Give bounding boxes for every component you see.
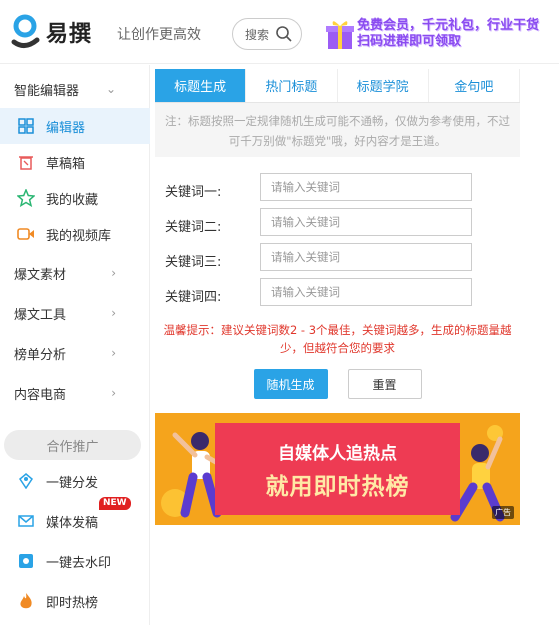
trash-icon: [16, 152, 36, 172]
sidebar-group-materials[interactable]: 爆文素材 ›: [0, 255, 150, 291]
chevron-right-icon: ›: [111, 386, 116, 400]
sidebar-item-label: 即时热榜: [46, 595, 99, 611]
random-generate-button[interactable]: 随机生成: [253, 369, 328, 399]
keyword-input-3[interactable]: 请输入关键词: [260, 243, 472, 271]
sidebar-item-label: 我的收藏: [46, 192, 99, 208]
sidebar-group-label: 爆文工具: [14, 307, 67, 323]
sidebar-group-label: 榜单分析: [14, 347, 67, 363]
sidebar-item-watermark[interactable]: 一键去水印: [0, 543, 150, 579]
banner-subheadline: 就用即时热榜: [265, 474, 410, 500]
sidebar-item-label: 我的视频库: [46, 228, 112, 244]
sidebar-item-label: 媒体发稿: [46, 515, 99, 531]
gift-icon: [325, 17, 355, 51]
sidebar-group-editor[interactable]: 智能编辑器 ⌄: [0, 71, 150, 107]
chevron-right-icon: ›: [111, 266, 116, 280]
search-label: 搜索: [245, 27, 270, 42]
banner-panel: 自媒体人追热点 就用即时热榜: [215, 423, 460, 515]
keyword-input-1[interactable]: 请输入关键词: [260, 173, 472, 201]
new-badge: NEW: [99, 497, 131, 510]
sidebar-item-label: 编辑器: [46, 120, 86, 136]
sidebar-group-ecommerce[interactable]: 内容电商 ›: [0, 375, 150, 411]
keyword-tip: 温馨提示：建议关键词数2 - 3个最佳，关键词越多，生成的标题量越少，但越符合您…: [163, 323, 512, 355]
logo-mark-icon: [10, 14, 40, 50]
keyword-label: 关键词三:: [165, 255, 222, 270]
sidebar-group-label: 智能编辑器: [14, 83, 80, 99]
top-header: 易撰 让创作更高效 搜索 免费会员，千元礼包，行业干货 扫码进群即可领取: [0, 0, 559, 64]
sidebar-item-label: 一键分发: [46, 475, 99, 491]
keyword-row: 关键词四: 请输入关键词: [155, 278, 520, 313]
keyword-label: 关键词二:: [165, 220, 222, 235]
sidebar-item-distribute[interactable]: 一键分发: [0, 463, 150, 499]
keyword-form: 关键词一: 请输入关键词 关键词二: 请输入关键词 关键词三: 请输入关键词 关…: [155, 157, 520, 399]
sidebar-group-label: 内容电商: [14, 387, 67, 403]
title-generator-panel: 标题生成 热门标题 标题学院 金句吧 注：标题按照一定规律随机生成可能不通畅，仅…: [155, 69, 520, 399]
tab-title-generate[interactable]: 标题生成: [155, 69, 247, 102]
star-icon: [16, 188, 36, 208]
hot-list-banner[interactable]: 自媒体人追热点 就用即时热榜 广告: [155, 413, 520, 525]
keyword-row: 关键词三: 请输入关键词: [155, 243, 520, 278]
flame-icon: [16, 591, 36, 611]
tab-bar: 标题生成 热门标题 标题学院 金句吧: [155, 69, 520, 103]
coop-promo-header: 合作推广: [4, 430, 141, 460]
usage-note: 注：标题按照一定规律随机生成可能不通畅，仅做为参考使用，不过可千万别做"标题党"…: [155, 103, 520, 157]
promo-line2: 扫码进群即可领取: [357, 34, 462, 49]
reset-button[interactable]: 重置: [347, 369, 422, 399]
search-button[interactable]: 搜索: [232, 18, 302, 50]
sidebar-item-editor[interactable]: 编辑器: [0, 108, 150, 144]
sidebar-group-label: 爆文素材: [14, 267, 67, 283]
keyword-input-2[interactable]: 请输入关键词: [260, 208, 472, 236]
sidebar-group-tools[interactable]: 爆文工具 ›: [0, 295, 150, 331]
keyword-row: 关键词二: 请输入关键词: [155, 208, 520, 243]
tab-title-academy[interactable]: 标题学院: [338, 69, 429, 102]
sidebar-item-favorites[interactable]: 我的收藏: [0, 180, 150, 216]
sidebar-item-media-publish[interactable]: 媒体发稿 NEW: [0, 497, 150, 539]
keyword-label: 关键词一:: [165, 185, 222, 200]
sidebar: 智能编辑器 ⌄ 编辑器 草稿箱 我的收藏 我的视频库 爆文素材 › 爆文工具 ›…: [0, 65, 150, 625]
keyword-input-4[interactable]: 请输入关键词: [260, 278, 472, 306]
grid-icon: [16, 116, 36, 136]
promo-banner[interactable]: 免费会员，千元礼包，行业干货 扫码进群即可领取: [325, 14, 555, 54]
search-icon: [275, 25, 293, 46]
keyword-row: 关键词一: 请输入关键词: [155, 173, 520, 208]
banner-headline: 自媒体人追热点: [278, 444, 397, 464]
chevron-down-icon: ⌄: [105, 82, 116, 96]
sidebar-item-label: 一键去水印: [46, 555, 112, 571]
share-icon: [16, 471, 36, 491]
tab-hot-titles[interactable]: 热门标题: [246, 69, 338, 102]
logo[interactable]: 易撰: [10, 14, 92, 50]
image-icon: [16, 551, 36, 571]
sidebar-item-drafts[interactable]: 草稿箱: [0, 144, 150, 180]
ad-tag: 广告: [492, 506, 514, 519]
chevron-right-icon: ›: [111, 306, 116, 320]
chevron-right-icon: ›: [111, 346, 116, 360]
tab-quotes[interactable]: 金句吧: [429, 69, 520, 102]
keyword-label: 关键词四:: [165, 290, 222, 305]
mail-icon: [16, 511, 36, 531]
sidebar-group-rankings[interactable]: 榜单分析 ›: [0, 335, 150, 371]
logo-text: 易撰: [46, 22, 93, 47]
promo-line1: 免费会员，千元礼包，行业干货: [357, 18, 540, 33]
sidebar-item-label: 草稿箱: [46, 156, 86, 172]
sidebar-item-hot-list[interactable]: 即时热榜: [0, 583, 150, 619]
slogan: 让创作更高效: [117, 27, 201, 43]
video-icon: [16, 224, 36, 244]
sidebar-item-videos[interactable]: 我的视频库: [0, 216, 150, 252]
